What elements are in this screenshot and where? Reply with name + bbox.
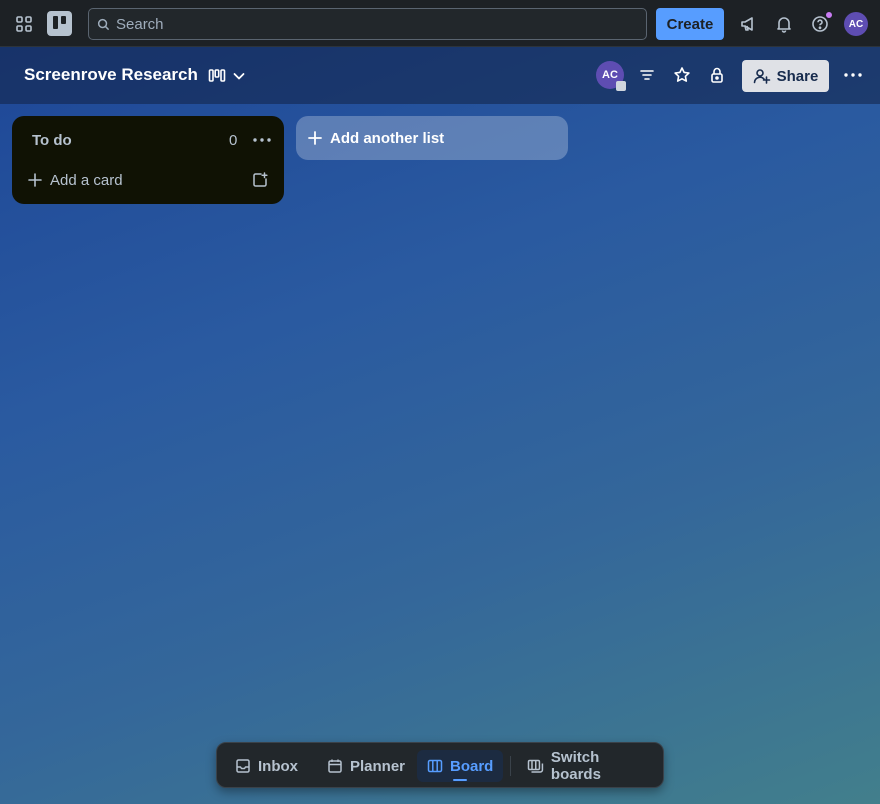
- nav-divider: [510, 756, 511, 776]
- share-label: Share: [776, 67, 819, 85]
- board-title[interactable]: Screenrove Research: [24, 65, 198, 85]
- member-initials: AC: [602, 69, 618, 81]
- more-options-icon[interactable]: [838, 60, 868, 90]
- lock-icon[interactable]: [702, 60, 732, 90]
- board-header: Screenrove Research AC Share: [0, 47, 880, 104]
- list-card-count: 0: [229, 132, 238, 149]
- list-actions-icon[interactable]: [248, 126, 276, 154]
- switch-boards-icon: [527, 759, 544, 773]
- board-view-icon: [208, 69, 226, 82]
- admin-badge-icon: [616, 81, 626, 91]
- inbox-icon: [236, 759, 250, 773]
- star-icon[interactable]: [667, 60, 697, 90]
- add-another-list-button[interactable]: Add another list: [296, 116, 568, 160]
- nav-board[interactable]: Board: [417, 750, 504, 782]
- add-card-button[interactable]: Add a card: [28, 168, 123, 192]
- search-icon: [97, 18, 110, 30]
- search-input[interactable]: [116, 15, 616, 33]
- nav-planner[interactable]: Planner: [317, 750, 415, 782]
- search-field[interactable]: [88, 8, 647, 40]
- board-canvas: Screenrove Research AC Share To do 0 Add…: [0, 47, 880, 804]
- notifications-bell-icon[interactable]: [768, 8, 800, 40]
- plus-icon: [28, 173, 42, 187]
- top-navigation-bar: Create AC: [0, 0, 880, 47]
- add-list-label: Add another list: [330, 129, 445, 147]
- plus-icon: [308, 131, 322, 145]
- add-card-label: Add a card: [50, 171, 123, 189]
- trello-logo-icon[interactable]: [47, 11, 72, 36]
- add-person-icon: [753, 69, 770, 84]
- board-view-switcher[interactable]: [204, 61, 250, 91]
- nav-inbox[interactable]: Inbox: [225, 750, 308, 782]
- filter-icon[interactable]: [632, 60, 662, 90]
- board-icon: [427, 759, 443, 773]
- share-button[interactable]: Share: [742, 60, 829, 92]
- create-from-template-icon[interactable]: [248, 168, 272, 192]
- nav-switch-boards-label: Switch boards: [550, 749, 601, 783]
- help-icon[interactable]: [804, 8, 836, 40]
- active-tab-indicator: [453, 779, 467, 781]
- list-title[interactable]: To do: [32, 132, 72, 149]
- nav-inbox-label: Inbox: [258, 757, 298, 775]
- nav-switch-boards[interactable]: Switch boards: [517, 749, 663, 783]
- chevron-down-icon: [233, 73, 245, 80]
- create-button[interactable]: Create: [656, 8, 724, 40]
- bottom-navigation: Inbox Planner Board Switch boards: [216, 742, 664, 788]
- board-member-avatar[interactable]: AC: [596, 61, 626, 91]
- notification-dot: [825, 11, 833, 19]
- nav-planner-label: Planner: [350, 757, 406, 775]
- account-avatar[interactable]: AC: [844, 12, 868, 36]
- megaphone-icon[interactable]: [732, 8, 764, 40]
- list-to-do: To do 0 Add a card: [12, 116, 284, 204]
- app-switcher-icon[interactable]: [8, 8, 40, 40]
- calendar-icon: [328, 759, 342, 773]
- nav-board-label: Board: [450, 757, 494, 775]
